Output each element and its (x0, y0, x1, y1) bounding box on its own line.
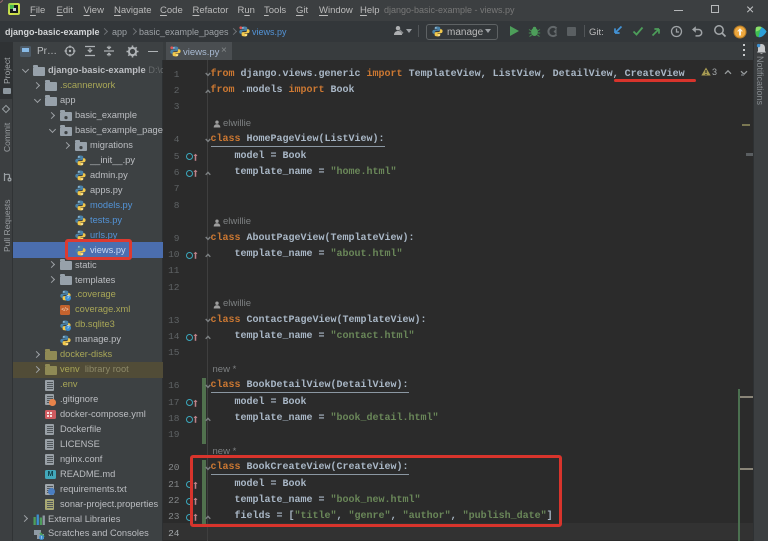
svg-text:!: ! (41, 535, 42, 540)
